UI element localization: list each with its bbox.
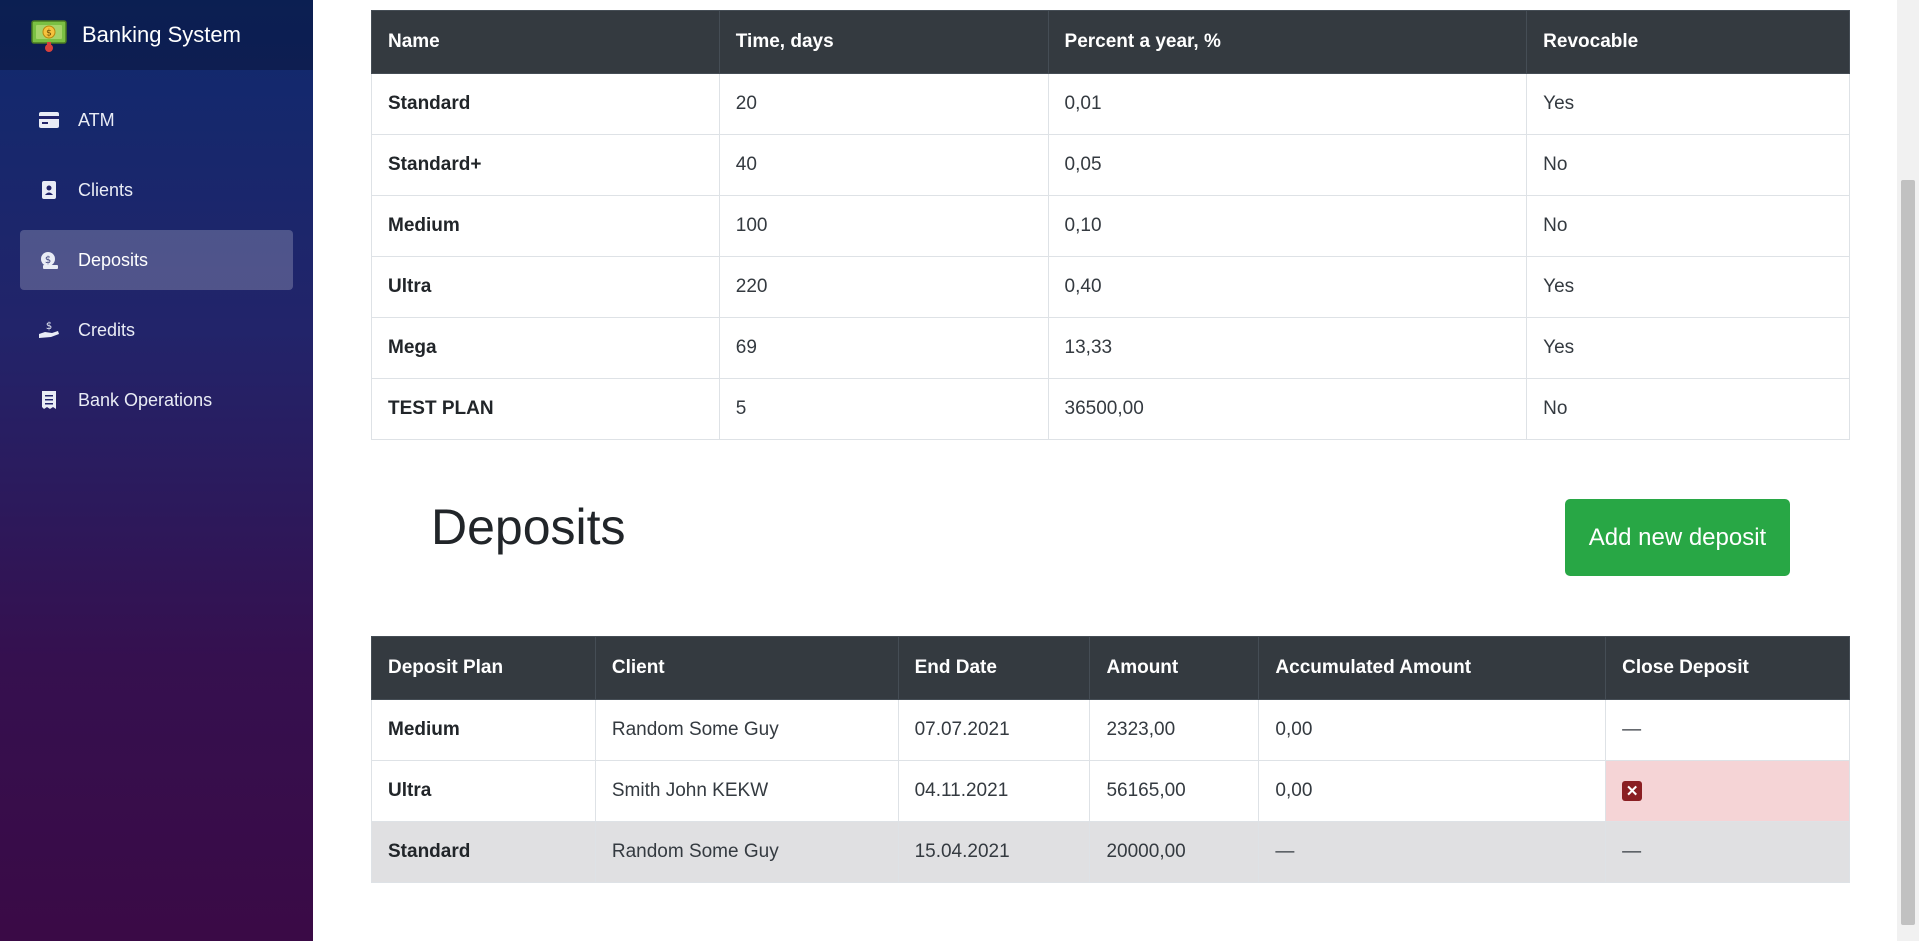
deposit-end-date: 07.07.2021 <box>897 699 1091 761</box>
sidebar-nav: ATM Clients $ Deposits $ Credits Bank Op… <box>0 70 313 430</box>
plan-percent: 0,05 <box>1047 134 1528 196</box>
sidebar-item-label: Clients <box>78 179 134 200</box>
sidebar-item-label: Credits <box>78 319 136 340</box>
deposit-accumulated: 0,00 <box>1258 699 1607 761</box>
column-header: Percent a year, % <box>1047 10 1528 74</box>
table-row: Ultra Smith John KEKW 04.11.2021 56165,0… <box>371 760 1850 822</box>
plan-revocable: No <box>1526 134 1850 196</box>
plan-revocable: Yes <box>1526 73 1850 135</box>
plan-revocable: No <box>1526 195 1850 257</box>
plan-time: 5 <box>718 378 1049 440</box>
deposit-client: Random Some Guy <box>594 821 899 883</box>
table-row: TEST PLAN 5 36500,00 No <box>371 378 1850 440</box>
deposit-close: — <box>1605 699 1850 761</box>
sidebar-item-label: Deposits <box>78 249 149 270</box>
table-row: Medium Random Some Guy 07.07.2021 2323,0… <box>371 699 1850 761</box>
column-header: Amount <box>1089 636 1260 700</box>
main-content: Name Time, days Percent a year, % Revoca… <box>313 0 1897 941</box>
credit-card-icon <box>38 109 60 131</box>
vertical-scrollbar[interactable] <box>1897 0 1919 941</box>
plan-name: Standard <box>371 73 720 135</box>
deposit-accumulated: — <box>1258 821 1607 883</box>
deposit-end-date: 15.04.2021 <box>897 821 1091 883</box>
deposit-end-date: 04.11.2021 <box>897 760 1091 822</box>
column-header: End Date <box>897 636 1091 700</box>
sidebar: $ Banking System ATM Clients $ Deposits … <box>0 0 313 941</box>
app-title: Banking System <box>82 22 241 47</box>
deposit-plan: Medium <box>371 699 596 761</box>
plan-revocable: Yes <box>1526 256 1850 318</box>
table-row: Standard 20 0,01 Yes <box>371 73 1850 135</box>
sidebar-item-label: ATM <box>78 109 115 130</box>
deposit-plan: Ultra <box>371 760 596 822</box>
hand-holding-dollar-icon: $ <box>38 319 60 341</box>
table-header-row: Deposit Plan Client End Date Amount Accu… <box>371 636 1850 700</box>
deposit-client: Smith John KEKW <box>594 760 899 822</box>
receipt-icon <box>38 389 60 411</box>
sidebar-item-deposits[interactable]: $ Deposits <box>20 230 293 290</box>
sidebar-item-label: Bank Operations <box>78 389 213 410</box>
plan-time: 69 <box>718 317 1049 379</box>
table-row: Standard+ 40 0,05 No <box>371 134 1850 196</box>
deposit-close: — <box>1605 821 1850 883</box>
deposit-plan: Standard <box>371 821 596 883</box>
plan-percent: 0,01 <box>1047 73 1528 135</box>
table-header-row: Name Time, days Percent a year, % Revoca… <box>371 10 1850 74</box>
sidebar-item-credits[interactable]: $ Credits <box>20 300 293 360</box>
plan-revocable: Yes <box>1526 317 1850 379</box>
plan-time: 40 <box>718 134 1049 196</box>
column-header: Time, days <box>718 10 1049 74</box>
plan-time: 220 <box>718 256 1049 318</box>
plan-percent: 36500,00 <box>1047 378 1528 440</box>
table-row: Standard Random Some Guy 15.04.2021 2000… <box>371 821 1850 883</box>
sidebar-item-atm[interactable]: ATM <box>20 90 293 150</box>
address-book-icon <box>38 179 60 201</box>
plan-name: Standard+ <box>371 134 720 196</box>
column-header: Deposit Plan <box>371 636 596 700</box>
page-title: Deposits <box>431 499 626 555</box>
table-row: Ultra 220 0,40 Yes <box>371 256 1850 318</box>
svg-text:$: $ <box>46 321 52 332</box>
deposit-amount: 2323,00 <box>1089 699 1260 761</box>
deposit-accumulated: 0,00 <box>1258 760 1607 822</box>
svg-text:$: $ <box>45 255 51 266</box>
bank-logo-icon: $ <box>31 20 67 52</box>
deposits-table: Deposit Plan Client End Date Amount Accu… <box>371 636 1850 883</box>
plan-time: 20 <box>718 73 1049 135</box>
table-row: Medium 100 0,10 No <box>371 195 1850 257</box>
deposit-amount: 20000,00 <box>1089 821 1260 883</box>
sidebar-item-bank-operations[interactable]: Bank Operations <box>20 370 293 430</box>
column-header: Name <box>371 10 720 74</box>
plan-percent: 0,40 <box>1047 256 1528 318</box>
scrollbar-thumb[interactable] <box>1901 180 1915 925</box>
table-row: Mega 69 13,33 Yes <box>371 317 1850 379</box>
sidebar-item-clients[interactable]: Clients <box>20 160 293 220</box>
plan-percent: 0,10 <box>1047 195 1528 257</box>
deposit-plans-table: Name Time, days Percent a year, % Revoca… <box>371 10 1850 440</box>
add-new-deposit-button[interactable]: Add new deposit <box>1565 499 1790 576</box>
plan-percent: 13,33 <box>1047 317 1528 379</box>
app-root: $ Banking System ATM Clients $ Deposits … <box>0 0 1919 941</box>
deposit-close: ✕ <box>1605 760 1850 822</box>
deposit-amount: 56165,00 <box>1089 760 1260 822</box>
money-bag-icon: $ <box>38 249 60 271</box>
plan-revocable: No <box>1526 378 1850 440</box>
deposit-client: Random Some Guy <box>594 699 899 761</box>
plan-name: TEST PLAN <box>371 378 720 440</box>
column-header: Accumulated Amount <box>1258 636 1607 700</box>
column-header: Close Deposit <box>1605 636 1850 700</box>
plan-name: Mega <box>371 317 720 379</box>
plan-time: 100 <box>718 195 1049 257</box>
svg-text:$: $ <box>46 29 52 39</box>
column-header: Revocable <box>1526 10 1850 74</box>
plan-name: Medium <box>371 195 720 257</box>
brand[interactable]: $ Banking System <box>0 0 313 70</box>
close-deposit-icon[interactable]: ✕ <box>1622 781 1643 801</box>
column-header: Client <box>594 636 899 700</box>
plan-name: Ultra <box>371 256 720 318</box>
